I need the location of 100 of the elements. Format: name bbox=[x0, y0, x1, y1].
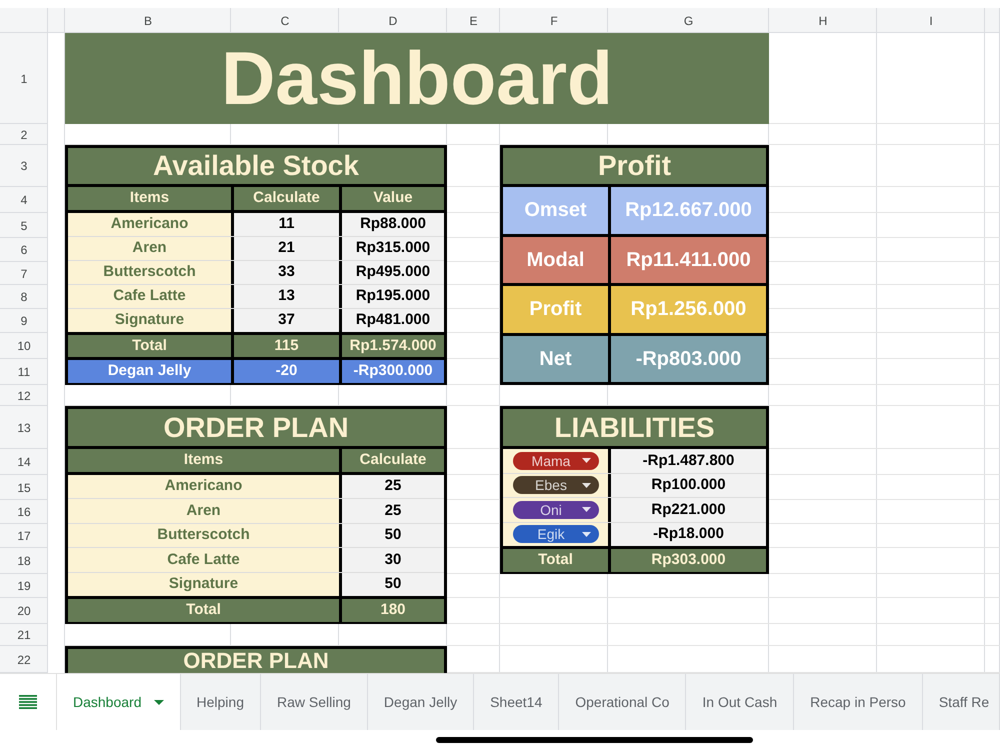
sheet-tab[interactable]: In Out Cash bbox=[686, 674, 794, 730]
item-cell: Americano bbox=[68, 475, 339, 498]
column-heading: Calculate bbox=[231, 187, 339, 210]
row-header: 7 bbox=[20, 266, 28, 282]
item-cell: Aren bbox=[68, 499, 339, 523]
item-cell: Butterscotch bbox=[68, 524, 339, 548]
item-cell: Aren bbox=[68, 237, 231, 260]
value-cell: -Rp300.000 bbox=[339, 360, 444, 382]
amount-cell: Rp100.000 bbox=[608, 474, 766, 497]
value-cell: Rp481.000 bbox=[339, 309, 444, 332]
total-quantity-cell: 115 bbox=[231, 335, 339, 358]
row-header: 17 bbox=[16, 528, 32, 545]
amount-cell: -Rp18.000 bbox=[608, 522, 766, 546]
metric-label: Omset bbox=[523, 198, 588, 224]
row-header: 2 bbox=[20, 126, 28, 144]
menu-icon bbox=[19, 695, 37, 709]
row-header: 3 bbox=[20, 158, 28, 175]
item-cell: Americano bbox=[68, 213, 231, 236]
column-heading: Items bbox=[68, 449, 339, 472]
table-title: LIABILITIES bbox=[503, 409, 766, 449]
total-label: Total bbox=[503, 549, 608, 572]
row-header: 14 bbox=[16, 454, 32, 471]
row-header: 12 bbox=[16, 388, 32, 404]
column-header: C bbox=[280, 12, 290, 30]
amount-cell: -Rp1.487.800 bbox=[608, 449, 766, 472]
table-title: Profit bbox=[503, 148, 766, 187]
total-label: Total bbox=[68, 335, 231, 358]
quantity-cell: 11 bbox=[231, 213, 339, 236]
total-value-cell: Rp1.574.000 bbox=[339, 335, 444, 358]
quantity-cell: 30 bbox=[339, 548, 444, 572]
item-cell: Signature bbox=[68, 572, 339, 596]
row-header: 21 bbox=[16, 627, 32, 644]
table-title: ORDER PLAN bbox=[68, 409, 444, 449]
quantity-cell: 50 bbox=[339, 524, 444, 548]
person-dropdown-chip[interactable]: Ebes bbox=[512, 476, 598, 494]
item-cell: Signature bbox=[68, 309, 231, 332]
column-heading: Value bbox=[339, 187, 444, 210]
row-header: 22 bbox=[16, 652, 32, 668]
column-heading: Calculate bbox=[339, 449, 444, 472]
row-header: 16 bbox=[16, 504, 32, 521]
row-header: 10 bbox=[16, 338, 32, 355]
value-cell: Rp88.000 bbox=[339, 213, 444, 236]
total-label: Total bbox=[68, 599, 339, 622]
table-title: ORDER PLAN bbox=[65, 646, 447, 673]
sheet-tab[interactable]: Dashboard bbox=[57, 674, 180, 730]
row-header: 13 bbox=[16, 420, 32, 436]
value-cell: Rp195.000 bbox=[339, 285, 444, 308]
sheet-tab[interactable]: Degan Jelly bbox=[368, 674, 474, 730]
sheet-tab[interactable]: Staff Re bbox=[922, 674, 1000, 730]
item-cell: Cafe Latte bbox=[68, 548, 339, 572]
item-cell: Cafe Latte bbox=[68, 285, 231, 308]
metric-label: Profit bbox=[528, 297, 583, 322]
item-cell: Degan Jelly bbox=[68, 360, 231, 382]
caret-icon bbox=[154, 700, 164, 704]
column-heading: Items bbox=[68, 187, 231, 210]
row-header: 18 bbox=[16, 553, 32, 570]
dashboard-title-banner: Dashboard bbox=[65, 33, 769, 124]
quantity-cell: 37 bbox=[231, 309, 339, 332]
row-header: 1 bbox=[20, 70, 28, 88]
sheet-tab[interactable]: Recap in Perso bbox=[794, 674, 923, 730]
quantity-cell: -20 bbox=[231, 360, 339, 382]
quantity-cell: 25 bbox=[339, 499, 444, 523]
item-cell: Butterscotch bbox=[68, 261, 231, 284]
sheet-tab[interactable]: Raw Selling bbox=[260, 674, 368, 730]
quantity-cell: 25 bbox=[339, 475, 444, 498]
row-header: 20 bbox=[16, 603, 32, 620]
metric-value: -Rp803.000 bbox=[608, 336, 766, 382]
caret-icon bbox=[582, 458, 590, 464]
metric-label: Net bbox=[538, 346, 573, 372]
row-header: 11 bbox=[16, 364, 32, 381]
person-dropdown-chip[interactable]: Egik bbox=[512, 525, 598, 544]
row-header: 6 bbox=[20, 242, 28, 259]
row-header: 4 bbox=[20, 192, 28, 209]
caret-icon bbox=[582, 532, 590, 537]
metric-label: Modal bbox=[526, 248, 586, 273]
person-dropdown-chip[interactable]: Mama bbox=[512, 452, 598, 470]
column-header: D bbox=[388, 12, 398, 30]
row-header: 8 bbox=[20, 289, 28, 306]
row-header: 19 bbox=[16, 578, 32, 595]
table-title: Available Stock bbox=[68, 148, 444, 187]
column-header: B bbox=[142, 12, 153, 30]
column-header: H bbox=[818, 12, 828, 30]
caret-icon bbox=[582, 482, 590, 488]
sheet-tab[interactable]: Operational Co bbox=[559, 674, 686, 730]
value-cell: Rp315.000 bbox=[339, 237, 444, 260]
caret-icon bbox=[582, 507, 590, 512]
sheet-tab[interactable]: Sheet14 bbox=[474, 674, 560, 730]
column-header: I bbox=[928, 12, 934, 30]
sheet-tab[interactable]: Helping bbox=[180, 674, 261, 730]
amount-cell: Rp221.000 bbox=[608, 498, 766, 522]
column-header: G bbox=[682, 12, 694, 30]
all-sheets-button[interactable] bbox=[0, 674, 57, 730]
quantity-cell: 33 bbox=[231, 261, 339, 284]
quantity-cell: 50 bbox=[339, 572, 444, 596]
row-header: 9 bbox=[20, 313, 28, 330]
column-header: F bbox=[549, 12, 559, 30]
total-amount-cell: Rp303.000 bbox=[608, 549, 766, 572]
row-header: 5 bbox=[20, 218, 28, 234]
quantity-cell: 21 bbox=[231, 237, 339, 260]
person-dropdown-chip[interactable]: Oni bbox=[512, 500, 598, 519]
